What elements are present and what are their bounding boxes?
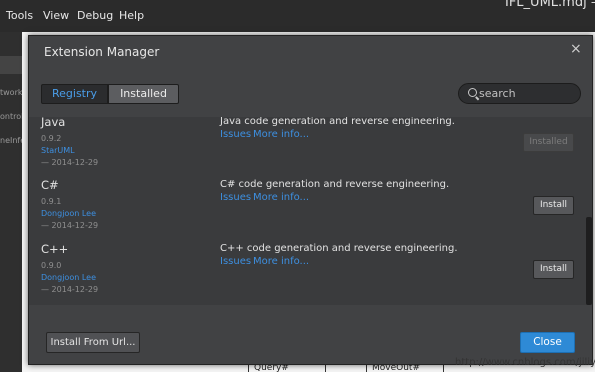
list-item: C++ 0.9.0 Dongjoon Lee — 2014-12-29 C++ …	[29, 236, 586, 299]
extension-version: 0.9.1	[41, 197, 62, 206]
menu-tools[interactable]: Tools	[6, 9, 33, 22]
install-button[interactable]: Install	[533, 196, 574, 215]
tab-installed[interactable]: Installed	[108, 84, 179, 104]
list-item: Java 0.9.2 StarUML — 2014-12-29 Java cod…	[29, 117, 586, 172]
menu-debug[interactable]: Debug	[77, 9, 113, 22]
more-info-link[interactable]: More info...	[253, 192, 309, 203]
search-icon	[468, 88, 477, 97]
extension-date: — 2014-12-29	[41, 285, 99, 294]
watermark: http://www.cnblogs.com/jiliy/	[455, 357, 595, 368]
extension-name: Java	[41, 117, 66, 129]
issues-link[interactable]: Issues	[220, 129, 251, 140]
extension-author[interactable]: Dongjoon Lee	[41, 273, 96, 282]
left-panel-header	[0, 56, 22, 74]
more-info-link[interactable]: More info...	[253, 129, 309, 140]
search-box[interactable]	[458, 83, 581, 104]
installed-button[interactable]: Installed	[523, 133, 574, 152]
extension-list: Java 0.9.2 StarUML — 2014-12-29 Java cod…	[29, 117, 592, 305]
install-button[interactable]: Install	[533, 260, 574, 279]
close-icon[interactable]: ×	[570, 41, 582, 57]
install-from-url-button[interactable]: Install From Url...	[46, 332, 140, 353]
extension-date: — 2014-12-29	[41, 221, 99, 230]
window-title: IFL_UML.mdj –	[505, 0, 595, 10]
extension-author[interactable]: Dongjoon Lee	[41, 209, 96, 218]
extension-description: C# code generation and reverse engineeri…	[220, 179, 450, 190]
left-panel	[0, 32, 22, 372]
extension-version: 0.9.2	[41, 134, 62, 143]
menu-view[interactable]: View	[43, 9, 69, 22]
scrollbar-thumb[interactable]	[586, 217, 592, 305]
more-info-link[interactable]: More info...	[253, 256, 309, 267]
issues-link[interactable]: Issues	[220, 192, 251, 203]
close-button[interactable]: Close	[520, 332, 575, 353]
side-label: twork	[0, 88, 23, 97]
menu-bar: Tools View Debug Help IFL_UML.mdj –	[0, 0, 595, 32]
list-scrollbar[interactable]	[586, 117, 592, 305]
issues-link[interactable]: Issues	[220, 256, 251, 267]
extension-name: C#	[41, 178, 59, 192]
extension-name: C++	[41, 242, 69, 256]
tab-registry[interactable]: Registry	[41, 84, 108, 104]
dialog-title: Extension Manager	[44, 45, 160, 59]
search-input[interactable]	[479, 86, 577, 101]
extension-description: C++ code generation and reverse engineer…	[220, 243, 458, 254]
menu-help[interactable]: Help	[119, 9, 144, 22]
dialog-header: Extension Manager ×	[29, 36, 592, 68]
extension-description: Java code generation and reverse enginee…	[220, 117, 455, 127]
extension-version: 0.9.0	[41, 261, 62, 270]
extension-author[interactable]: StarUML	[41, 146, 75, 155]
list-item: C# 0.9.1 Dongjoon Lee — 2014-12-29 C# co…	[29, 172, 586, 235]
extension-date: — 2014-12-29	[41, 158, 99, 167]
extension-manager-dialog: Extension Manager × Registry Installed J…	[28, 35, 593, 365]
